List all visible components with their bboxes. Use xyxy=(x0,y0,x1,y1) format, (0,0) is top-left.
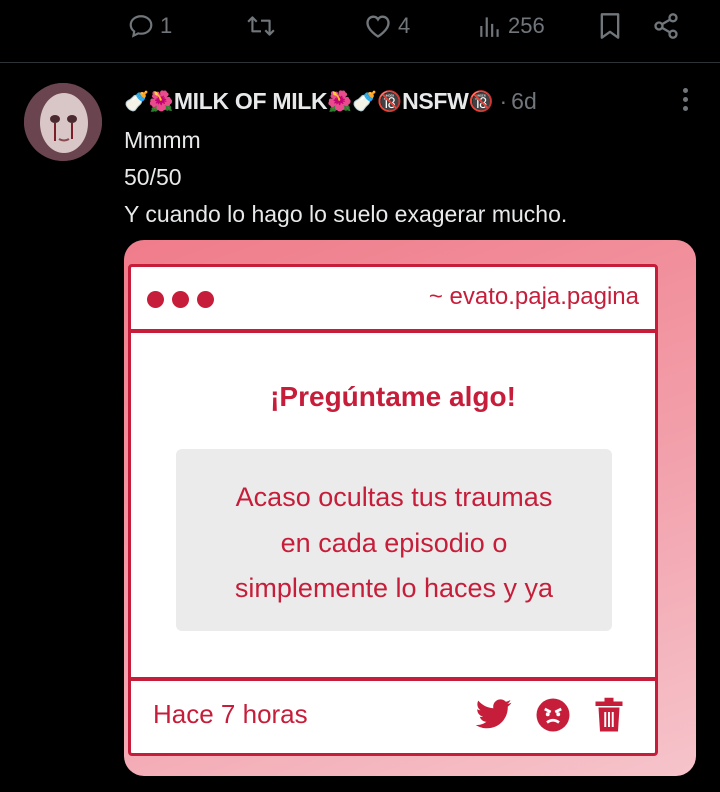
baby-bottle-icon: 🍼 xyxy=(352,90,378,113)
question-time-ago: Hace 7 horas xyxy=(153,699,308,729)
tweet-text-line: Y cuando lo hago lo suelo exagerar mucho… xyxy=(124,201,568,227)
views-button[interactable]: 256 xyxy=(478,10,545,42)
nsfw-tag: NSFW xyxy=(402,87,469,114)
frame-footer: Hace 7 horas xyxy=(131,677,655,753)
tweet-text: Mmmm 50/50 Y cuando lo hago lo suelo exa… xyxy=(124,122,567,233)
reply-button[interactable]: 1 xyxy=(128,10,172,42)
no-under-18-icon: 🔞 xyxy=(377,90,403,113)
like-icon xyxy=(364,13,392,39)
views-count: 256 xyxy=(508,13,545,38)
views-icon xyxy=(478,13,502,39)
like-button[interactable]: 4 xyxy=(364,10,410,42)
avatar[interactable] xyxy=(24,83,102,161)
hibiscus-icon: 🌺 xyxy=(327,90,353,113)
window-dots xyxy=(147,291,214,308)
card-heading: ¡Pregúntame algo! xyxy=(270,381,516,412)
timestamp[interactable]: 6d xyxy=(511,88,537,115)
bookmark-icon xyxy=(598,12,622,40)
hibiscus-icon: 🌺 xyxy=(148,90,174,113)
retweet-button[interactable] xyxy=(246,10,276,42)
display-name[interactable]: MILK OF MILK xyxy=(174,88,328,115)
reply-icon xyxy=(128,13,154,39)
tweet-header: 🍼 🌺 MILK OF MILK 🌺 🍼 🔞 NSFW 🔞 · 6d xyxy=(124,84,704,118)
angry-face-icon xyxy=(535,697,571,738)
question-frame: ~ evato.paja.pagina ¡Pregúntame algo! Ac… xyxy=(128,264,658,756)
card-url: ~ evato.paja.pagina xyxy=(428,283,639,310)
tweet-text-line: 50/50 xyxy=(124,164,182,190)
share-icon xyxy=(652,12,680,40)
tweet-text-line: Mmmm xyxy=(124,127,201,153)
question-line: simplemente lo haces y ya xyxy=(234,573,554,603)
tweet-media-card[interactable]: ~ evato.paja.pagina ¡Pregúntame algo! Ac… xyxy=(124,240,696,776)
trash-icon xyxy=(593,697,625,738)
separator-dot: · xyxy=(499,87,508,114)
reply-count: 1 xyxy=(160,13,173,38)
more-icon[interactable] xyxy=(682,88,690,114)
question-text: Acaso ocultas tus traumas en cada episod… xyxy=(176,475,612,612)
twitter-bird-icon xyxy=(475,699,513,736)
share-button[interactable] xyxy=(652,10,680,42)
retweet-icon xyxy=(246,13,276,39)
tweet-action-bar: 1 4 256 xyxy=(0,0,720,62)
bookmark-button[interactable] xyxy=(598,10,622,42)
divider xyxy=(0,62,720,63)
card-footer-icons xyxy=(475,697,625,738)
frame-header: ~ evato.paja.pagina xyxy=(131,267,655,333)
baby-bottle-icon: 🍼 xyxy=(124,90,149,113)
question-line: Acaso ocultas tus traumas xyxy=(235,482,553,512)
like-count: 4 xyxy=(398,13,411,38)
question-box: Acaso ocultas tus traumas en cada episod… xyxy=(176,449,612,631)
no-under-18-icon: 🔞 xyxy=(468,90,494,113)
question-line: en cada episodio o xyxy=(280,527,508,558)
